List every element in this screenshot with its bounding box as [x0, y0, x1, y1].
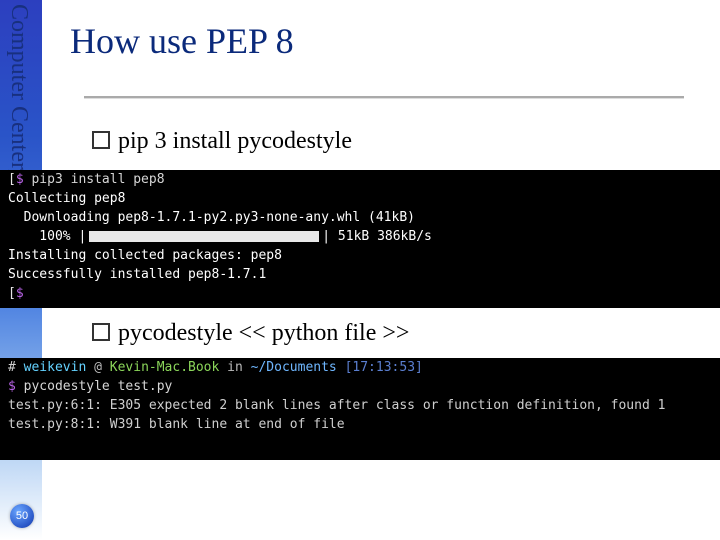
slide-title: How use PEP 8: [70, 20, 294, 62]
terminal-block-1: [$ pip3 install pep8 Collecting pep8 Dow…: [0, 170, 720, 308]
page-number-badge: 50: [10, 504, 34, 528]
term2-prompt-line: # weikevin @ Kevin-Mac.Book in ~/Documen…: [0, 358, 720, 377]
term1-line-3: Downloading pep8-1.7.1-py2.py3-none-any.…: [0, 208, 720, 227]
bullet-2-text: pycodestyle << python file >>: [118, 320, 409, 346]
progress-bar: [89, 231, 319, 242]
term1-line-6: Successfully installed pep8-1.7.1: [0, 265, 720, 284]
term1-line-7: [$: [0, 284, 720, 303]
term2-output-2: test.py:8:1: W391 blank line at end of f…: [0, 415, 720, 434]
term2-command-line: $ pycodestyle test.py: [0, 377, 720, 396]
term1-line-2: Collecting pep8: [0, 189, 720, 208]
term1-line-1: [$ pip3 install pep8: [0, 170, 720, 189]
term1-line-4: 100% || 51kB 386kB/s: [0, 227, 720, 246]
term2-output-1: test.py:6:1: E305 expected 2 blank lines…: [0, 396, 720, 415]
bullet-square-icon: [92, 131, 110, 149]
term1-line-5: Installing collected packages: pep8: [0, 246, 720, 265]
terminal-block-2: # weikevin @ Kevin-Mac.Book in ~/Documen…: [0, 358, 720, 460]
slide: Computer Center, CS, NCTU How use PEP 8 …: [0, 0, 720, 540]
title-divider: [84, 96, 684, 98]
bullet-2: pycodestyle << python file >>: [92, 320, 409, 347]
bullet-1-text: pip 3 install pycodestyle: [118, 128, 352, 154]
bullet-1: pip 3 install pycodestyle: [92, 128, 352, 155]
bullet-square-icon: [92, 323, 110, 341]
